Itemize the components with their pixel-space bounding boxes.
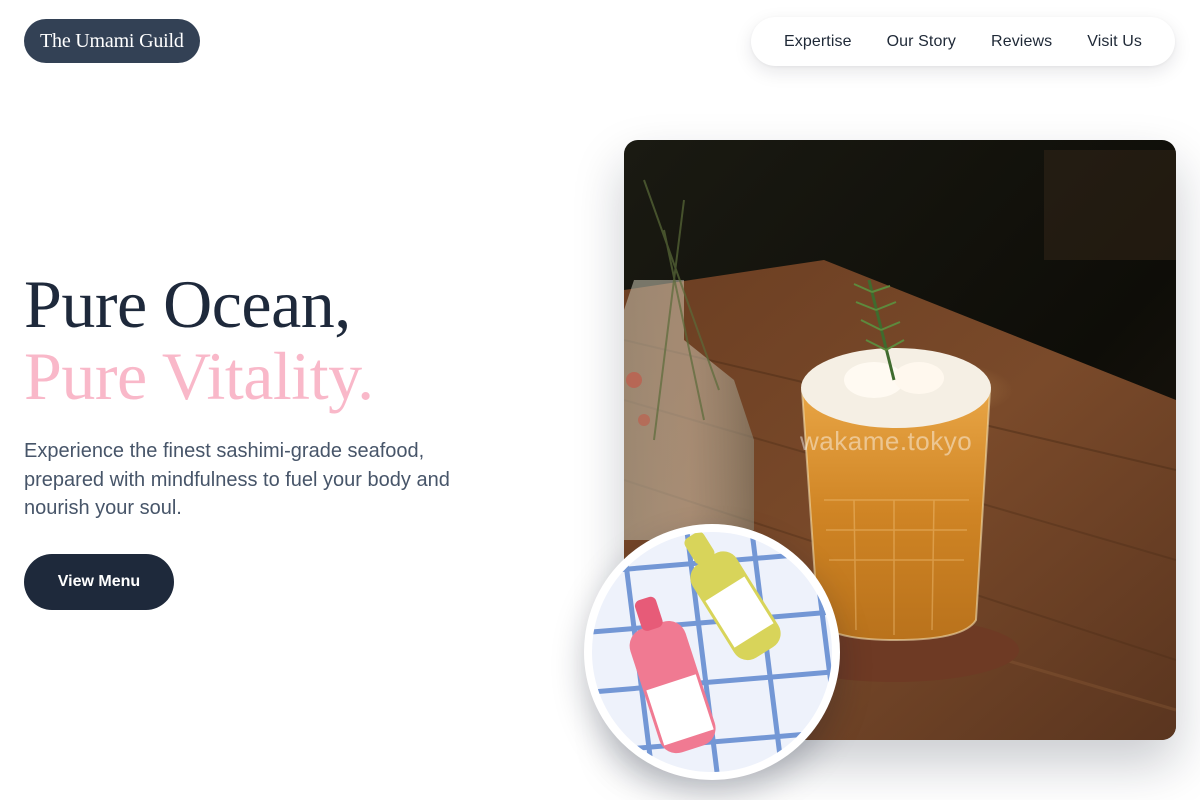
nav-link-our-story[interactable]: Our Story [887, 33, 956, 51]
hero-title: Pure Ocean, Pure Vitality. [24, 268, 374, 412]
brand-name: The Umami Guild [40, 29, 184, 52]
hero-title-line-2: Pure Vitality. [24, 338, 374, 414]
brand-logo[interactable]: The Umami Guild [24, 19, 200, 63]
main-nav: Expertise Our Story Reviews Visit Us [751, 17, 1175, 66]
hero-description: Experience the finest sashimi-grade seaf… [24, 440, 450, 519]
nav-link-visit-us[interactable]: Visit Us [1087, 33, 1142, 51]
bottles-inset-photo [584, 524, 840, 780]
view-menu-button[interactable]: View Menu [24, 554, 174, 610]
nav-link-expertise[interactable]: Expertise [784, 33, 852, 51]
photo-watermark: wakame.tokyo [800, 426, 973, 456]
hero-title-line-1: Pure Ocean, [24, 266, 351, 342]
nav-link-reviews[interactable]: Reviews [991, 33, 1052, 51]
